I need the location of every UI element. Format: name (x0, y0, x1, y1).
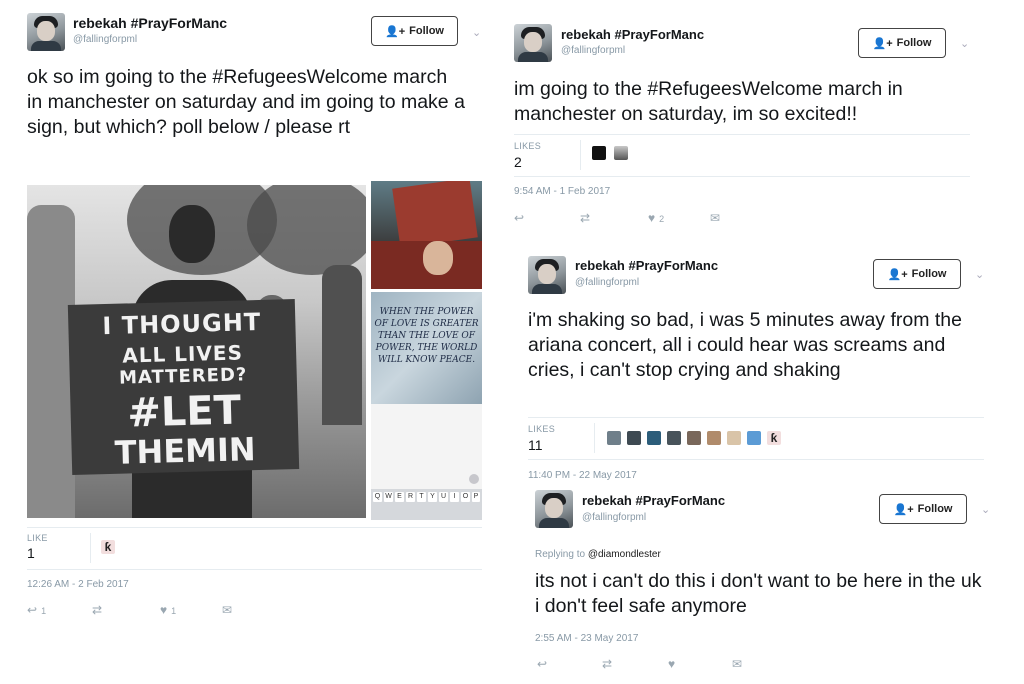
follow-label: Follow (917, 503, 953, 515)
tweet-text: i'm shaking so bad, i was 5 minutes away… (528, 309, 962, 381)
author-handle[interactable]: @fallingforpml (575, 277, 639, 288)
likes-label: LIKES (514, 141, 542, 151)
liker-avatar[interactable] (747, 431, 761, 445)
avatar[interactable] (27, 13, 65, 51)
retweet-icon[interactable]: ⇄ (92, 603, 102, 617)
follow-button[interactable]: 👤+ Follow (873, 259, 961, 289)
reply-icon[interactable]: ↩ (514, 211, 524, 225)
replying-to-handle[interactable]: @diamondlester (588, 549, 661, 560)
timestamp[interactable]: 11:40 PM - 22 May 2017 (528, 470, 637, 481)
divider (528, 459, 984, 460)
avatar[interactable] (514, 24, 552, 62)
follow-button[interactable]: 👤+ Follow (858, 28, 946, 58)
divider (514, 134, 970, 135)
author-handle[interactable]: @fallingforpml (582, 512, 646, 523)
likes-label: LIKE (27, 533, 48, 543)
heart-icon: ♥ (648, 211, 656, 225)
like-action[interactable]: ♥ 2 (648, 211, 664, 225)
reply-action[interactable]: ↩ 1 (27, 603, 46, 617)
timestamp[interactable]: 9:54 AM - 1 Feb 2017 (514, 186, 610, 197)
avatar[interactable] (528, 256, 566, 294)
divider (594, 423, 595, 453)
timestamp[interactable]: 2:55 AM - 23 May 2017 (535, 633, 638, 644)
reply-icon: ↩ (27, 603, 38, 617)
person-plus-icon: 👤+ (887, 268, 908, 281)
protest-sign: I THOUGHT ALL LIVES MATTERED? #LET THEMI… (67, 299, 300, 475)
divider (27, 569, 482, 570)
divider (27, 527, 482, 528)
like-action[interactable]: ♥ 1 (160, 603, 176, 617)
divider (90, 533, 91, 563)
chevron-down-icon[interactable]: ⌄ (975, 268, 984, 281)
author-name[interactable]: rebekah #PrayForManc (73, 15, 227, 31)
likes-label: LIKES (528, 424, 556, 434)
tweet-text: its not i can't do this i don't want to … (535, 570, 982, 617)
liker-avatar[interactable] (707, 431, 721, 445)
chevron-down-icon[interactable]: ⌄ (472, 26, 481, 39)
envelope-icon[interactable]: ✉ (710, 211, 720, 225)
tweet-photo-top-right[interactable] (371, 181, 482, 289)
follow-label: Follow (409, 25, 444, 37)
tweet-text: ok so im going to the #RefugeesWelcome m… (27, 66, 465, 138)
liker-avatar[interactable] (607, 431, 621, 445)
author-name[interactable]: rebekah #PrayForManc (582, 493, 725, 508)
author-handle[interactable]: @fallingforpml (73, 34, 137, 45)
follow-button[interactable]: 👤+ Follow (371, 16, 458, 46)
author-handle[interactable]: @fallingforpml (561, 45, 625, 56)
author-name[interactable]: rebekah #PrayForManc (575, 258, 718, 273)
tweet-photo-bottom-right[interactable]: WHEN THE POWER OF LOVE IS GREATER THAN T… (371, 292, 482, 520)
divider (528, 417, 984, 418)
liker-avatar[interactable] (627, 431, 641, 445)
follow-label: Follow (911, 268, 947, 280)
reply-icon[interactable]: ↩ (537, 657, 547, 671)
tweet-photo-main[interactable]: I THOUGHT ALL LIVES MATTERED? #LET THEMI… (27, 185, 366, 518)
author-name[interactable]: rebekah #PrayForManc (561, 27, 704, 42)
envelope-icon[interactable]: ✉ (222, 603, 232, 617)
chevron-down-icon[interactable]: ⌄ (981, 503, 990, 516)
liker-avatar[interactable] (667, 431, 681, 445)
divider (580, 140, 581, 170)
person-plus-icon: 👤+ (872, 37, 893, 50)
envelope-icon[interactable]: ✉ (732, 657, 742, 671)
person-plus-icon: 👤+ (893, 503, 914, 516)
replying-to: Replying to @diamondlester (535, 549, 661, 560)
person-plus-icon: 👤+ (385, 25, 406, 38)
divider (514, 176, 970, 177)
likes-count[interactable]: 1 (27, 545, 35, 561)
graffiti-text: WHEN THE POWER OF LOVE IS GREATER THAN T… (374, 307, 479, 365)
tweet-text: im going to the #RefugeesWelcome march i… (514, 78, 903, 125)
phone-keyboard: Q W E R T Y U I O P (371, 489, 482, 520)
retweet-icon[interactable]: ⇄ (580, 211, 590, 225)
liker-avatar[interactable]: ƙ (101, 540, 115, 554)
liker-avatar[interactable] (727, 431, 741, 445)
liker-avatar[interactable] (614, 146, 628, 160)
likes-count[interactable]: 11 (528, 437, 543, 453)
heart-icon: ♥ (160, 603, 168, 617)
heart-icon[interactable]: ♥ (668, 657, 675, 671)
liker-avatar[interactable] (592, 146, 606, 160)
retweet-icon[interactable]: ⇄ (602, 657, 612, 671)
likes-count[interactable]: 2 (514, 154, 522, 170)
follow-button[interactable]: 👤+ Follow (879, 494, 967, 524)
liker-avatar[interactable] (647, 431, 661, 445)
liker-avatar[interactable]: ƙ (767, 431, 781, 445)
avatar[interactable] (535, 490, 573, 528)
chevron-down-icon[interactable]: ⌄ (960, 37, 969, 50)
timestamp[interactable]: 12:26 AM - 2 Feb 2017 (27, 579, 129, 590)
follow-label: Follow (896, 37, 932, 49)
liker-avatar[interactable] (687, 431, 701, 445)
